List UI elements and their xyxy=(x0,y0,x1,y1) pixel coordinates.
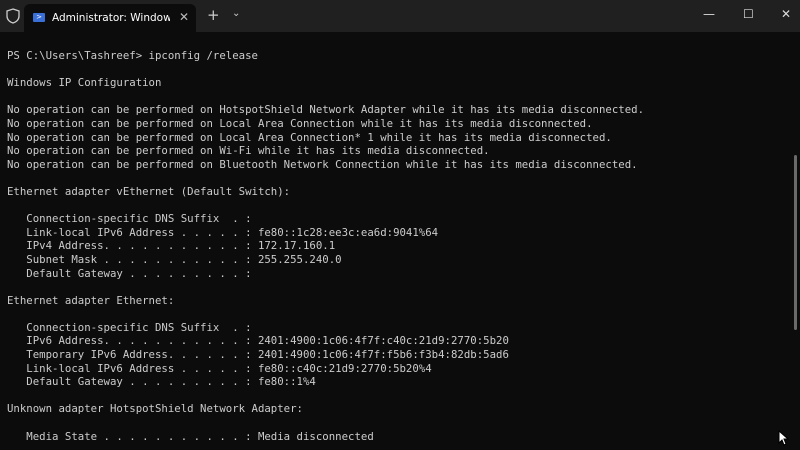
terminal-line: Unknown adapter HotspotShield Network Ad… xyxy=(7,402,303,416)
terminal-line: Link-local IPv6 Address . . . . . : fe80… xyxy=(7,225,439,239)
terminal-line: Default Gateway . . . . . . . . . : fe80… xyxy=(7,375,316,389)
chevron-down-icon[interactable]: ⌄ xyxy=(232,8,240,19)
terminal-output[interactable]: PS C:\Users\Tashreef> ipconfig /release W… xyxy=(7,49,644,443)
maximize-button[interactable]: ☐ xyxy=(743,7,754,21)
powershell-icon: > xyxy=(33,13,45,22)
terminal-line: Connection-specific DNS Suffix . : xyxy=(7,212,252,226)
new-tab-button[interactable]: + xyxy=(207,6,220,24)
terminal-line: Link-local IPv6 Address . . . . . : fe80… xyxy=(7,361,432,375)
shield-icon[interactable] xyxy=(6,8,20,24)
terminal-line: No operation can be performed on Hotspot… xyxy=(7,103,645,117)
terminal-line: Connection-specific DNS Suffix . : xyxy=(7,320,252,334)
terminal-line: No operation can be performed on Bluetoo… xyxy=(7,157,638,171)
scrollbar[interactable] xyxy=(794,155,797,330)
terminal-line: Ethernet adapter Ethernet: xyxy=(7,293,175,307)
terminal-line: PS C:\Users\Tashreef> ipconfig /release xyxy=(7,49,258,62)
tab-close-icon[interactable]: ✕ xyxy=(179,10,189,24)
tab-title: Administrator: Windows PowerShell xyxy=(52,12,170,24)
minimize-button[interactable]: — xyxy=(703,7,715,21)
terminal-line: IPv6 Address. . . . . . . . . . . : 2401… xyxy=(7,334,509,348)
terminal-line: No operation can be performed on Wi-Fi w… xyxy=(7,144,490,158)
mouse-cursor-icon xyxy=(778,430,790,446)
terminal-line: Media State . . . . . . . . . . . : Medi… xyxy=(7,429,374,443)
terminal-line: IPv4 Address. . . . . . . . . . . : 172.… xyxy=(7,239,336,253)
terminal-line: No operation can be performed on Local A… xyxy=(7,130,612,144)
close-button[interactable]: ✕ xyxy=(781,7,791,21)
title-bar: > Administrator: Windows PowerShell ✕ + … xyxy=(0,0,800,32)
terminal-line: Default Gateway . . . . . . . . . : xyxy=(7,266,252,280)
terminal-line: Subnet Mask . . . . . . . . . . . : 255.… xyxy=(7,252,342,266)
terminal-line: Windows IP Configuration xyxy=(7,76,162,90)
terminal-tab[interactable]: > Administrator: Windows PowerShell ✕ xyxy=(24,4,196,32)
terminal-line: No operation can be performed on Local A… xyxy=(7,116,593,130)
terminal-line: Temporary IPv6 Address. . . . . . : 2401… xyxy=(7,348,509,362)
terminal-line: Ethernet adapter vEthernet (Default Swit… xyxy=(7,184,291,198)
